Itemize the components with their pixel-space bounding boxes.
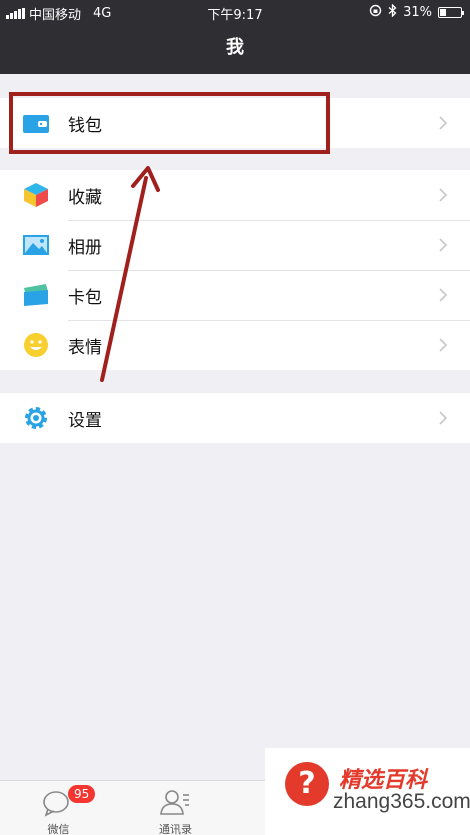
watermark-url: zhang365.com — [333, 790, 470, 813]
unread-badge: 95 — [68, 785, 96, 803]
contacts-icon — [160, 790, 189, 815]
tab-contacts[interactable]: 通讯录 — [117, 781, 234, 835]
watermark-logo: ? 精选百科 zhang365.com — [265, 748, 470, 835]
tab-chats[interactable]: 95 微信 — [0, 781, 117, 835]
tab-label: 通讯录 — [159, 823, 192, 835]
annotation-arrow — [100, 166, 160, 382]
question-mark-icon: ? — [285, 762, 329, 806]
tab-label: 微信 — [47, 823, 70, 835]
